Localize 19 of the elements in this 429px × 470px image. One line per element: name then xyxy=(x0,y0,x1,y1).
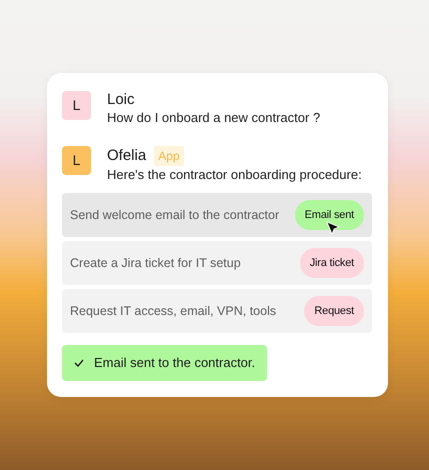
message-text: How do I onboard a new contractor ? xyxy=(107,109,320,126)
cursor-icon xyxy=(326,221,340,235)
action-button[interactable]: Jira ticket xyxy=(300,248,364,278)
step-text: Create a Jira ticket for IT setup xyxy=(70,254,241,272)
step-row[interactable]: Request IT access, email, VPN, tools Request xyxy=(62,289,372,333)
step-row[interactable]: Send welcome email to the contractor Email sent xyxy=(62,193,372,237)
action-button[interactable]: Email sent xyxy=(294,200,364,230)
author-name: Loic xyxy=(107,91,135,109)
toast-text: Email sent to the contractor. xyxy=(94,354,256,372)
app-tag: App xyxy=(154,146,184,166)
avatar: L xyxy=(62,146,91,175)
author-name: Ofelia xyxy=(107,147,146,165)
message-text: Here's the contractor onboarding procedure: xyxy=(107,166,362,183)
step-text: Request IT access, email, VPN, tools xyxy=(70,302,276,320)
avatar: L xyxy=(62,91,91,120)
action-button[interactable]: Request xyxy=(304,296,364,326)
check-icon xyxy=(74,358,84,367)
step-text: Send welcome email to the contractor xyxy=(70,206,280,224)
step-row[interactable]: Create a Jira ticket for IT setup Jira ticket xyxy=(62,241,372,285)
